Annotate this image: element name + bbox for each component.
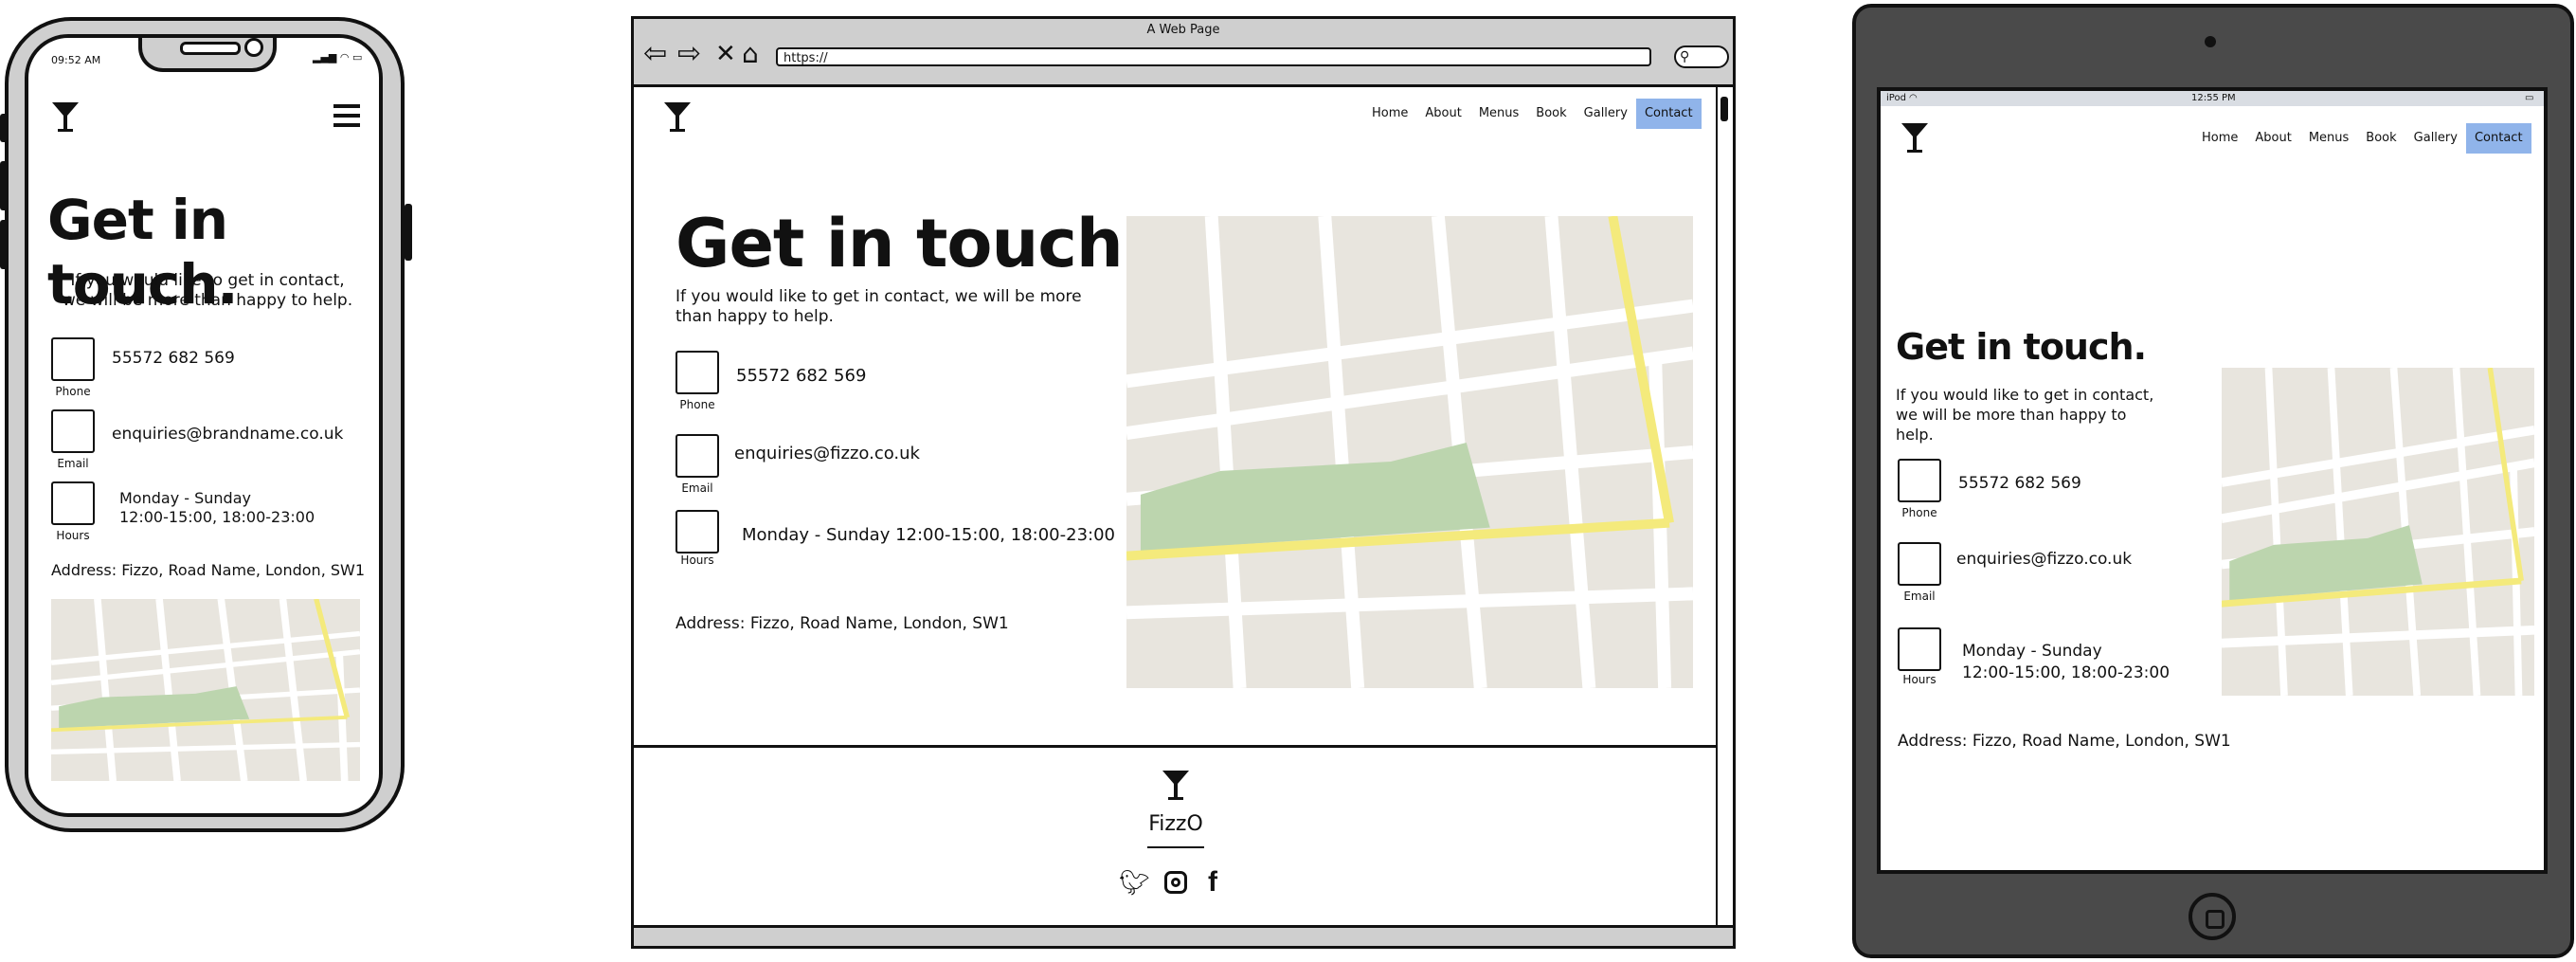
location-map[interactable] [51,599,360,781]
cocktail-logo-icon [52,102,79,132]
nav-book[interactable]: Book [2357,123,2405,154]
nav-gallery[interactable]: Gallery [1576,99,1636,129]
hours-caption: Hours [56,529,90,542]
hours-times: 12:00-15:00, 18:00-23:00 [119,508,315,526]
phone-power-button [405,204,412,261]
email-address[interactable]: enquiries@fizzo.co.uk [1956,550,2132,569]
stop-icon[interactable]: ✕ [715,40,736,68]
nav-contact[interactable]: Contact [2465,123,2531,154]
forward-arrow-icon[interactable]: ⇨ [677,40,701,68]
main-nav: Home About Menus Book Gallery Contact [2193,123,2531,154]
email-icon [676,434,719,478]
twitter-icon[interactable]: 🐦︎ [1119,869,1150,898]
hours-caption: Hours [1902,673,1937,686]
vertical-scrollbar[interactable] [1716,87,1731,927]
back-arrow-icon[interactable]: ⇦ [643,40,667,68]
footer-divider [1147,846,1204,848]
opening-hours: Monday - Sunday 12:00-15:00, 18:00-23:00 [119,489,315,527]
nav-about[interactable]: About [1416,99,1469,129]
email-caption: Email [1903,590,1936,603]
nav-menus[interactable]: Menus [1470,99,1527,129]
email-caption: Email [57,457,89,470]
footer: FizzO 🐦︎ f [634,745,1718,925]
phone-icon [676,351,719,394]
email-address[interactable]: enquiries@fizzo.co.uk [734,444,920,463]
nav-gallery[interactable]: Gallery [2405,123,2466,154]
intro-text: If you would like to get in contact, we … [62,271,353,310]
hours-icon [676,510,719,554]
battery-icon: ▭ [2525,93,2534,103]
cocktail-logo-icon [664,102,691,132]
phone-caption: Phone [679,398,715,411]
browser-toolbar: A Web Page ⇦ ⇨ ✕ ⌂ https:// ⚲ [634,19,1733,87]
phone-number[interactable]: 55572 682 569 [1958,474,2081,493]
phone-icon [1898,459,1941,502]
opening-hours: Monday - Sunday 12:00-15:00, 18:00-23:00 [742,525,1115,545]
page-title: Get in touch. [1896,326,2147,368]
email-caption: Email [681,481,713,495]
hours-icon [1898,627,1941,671]
home-icon[interactable]: ⌂ [742,40,759,68]
browser-window: A Web Page ⇦ ⇨ ✕ ⌂ https:// ⚲ Home About… [631,16,1736,949]
phone-icon [51,337,95,381]
cocktail-logo-icon [1162,771,1189,800]
hours-icon [51,481,95,525]
phone-status-icons: ▂▄▆ ◠ ▭ [313,51,363,64]
phone-status-time: 09:52 AM [51,54,101,66]
scrollbar-thumb[interactable] [1720,97,1728,121]
intro-text: If you would like to get in contact, we … [1896,386,2154,444]
intro-text: If you would like to get in contact, we … [676,287,1082,326]
tablet-camera [2205,36,2216,47]
address: Address: Fizzo, Road Name, London, SW1 [51,561,366,579]
hours-caption: Hours [680,554,714,567]
location-map[interactable] [2222,368,2534,696]
phone-camera [244,38,263,57]
main-nav: Home About Menus Book Gallery Contact [1363,99,1702,129]
hours-times: 12:00-15:00, 18:00-23:00 [1962,663,2171,682]
footer-brand: FizzO [1148,812,1203,836]
browser-search-field[interactable]: ⚲ [1674,45,1729,68]
opening-hours: Monday - Sunday 12:00-15:00, 18:00-23:00 [1962,641,2170,684]
tablet-screen: iPod ◠ 12:55 PM ▭ Home About Menus Book … [1877,87,2548,874]
phone-side-button [0,161,8,210]
page-title: Get in touch. [676,205,1147,282]
nav-about[interactable]: About [2246,123,2299,154]
phone-caption: Phone [1901,506,1937,519]
tablet-home-button[interactable] [2189,893,2236,940]
address: Address: Fizzo, Road Name, London, SW1 [676,614,1009,633]
email-icon [51,409,95,453]
cocktail-logo-icon [1901,123,1928,153]
search-icon: ⚲ [1680,49,1690,64]
location-map[interactable] [1126,216,1693,688]
phone-screen: 09:52 AM ▂▄▆ ◠ ▭ Get in touch. If you wo… [25,34,383,817]
browser-statusbar [634,925,1733,946]
address: Address: Fizzo, Road Name, London, SW1 [1898,732,2231,751]
email-address[interactable]: enquiries@brandname.co.uk [112,425,343,444]
window-title: A Web Page [1146,23,1220,37]
hours-days: Monday - Sunday [1962,642,2102,661]
email-icon [1898,542,1941,586]
hamburger-menu-icon[interactable] [333,104,360,127]
phone-side-button [0,220,8,269]
instagram-icon[interactable] [1164,871,1187,894]
nav-contact[interactable]: Contact [1635,99,1702,129]
phone-caption: Phone [55,385,91,398]
instagram-lens [1171,878,1180,887]
nav-home[interactable]: Home [2193,123,2246,154]
wifi-icon: ◠ [1909,93,1918,103]
nav-book[interactable]: Book [1527,99,1575,129]
carrier-label: iPod [1886,93,1906,103]
phone-side-button [0,114,8,142]
phone-speaker [180,42,241,55]
tablet-status-bar: iPod ◠ 12:55 PM ▭ [1881,91,2544,106]
status-time: 12:55 PM [2191,93,2236,103]
address-bar[interactable]: https:// [776,47,1651,66]
nav-home[interactable]: Home [1363,99,1416,129]
hours-days: Monday - Sunday [119,489,251,507]
home-square-icon [2206,910,2225,929]
phone-number[interactable]: 55572 682 569 [112,349,235,368]
phone-number[interactable]: 55572 682 569 [736,366,866,386]
nav-menus[interactable]: Menus [2300,123,2357,154]
facebook-icon[interactable]: f [1208,867,1217,898]
